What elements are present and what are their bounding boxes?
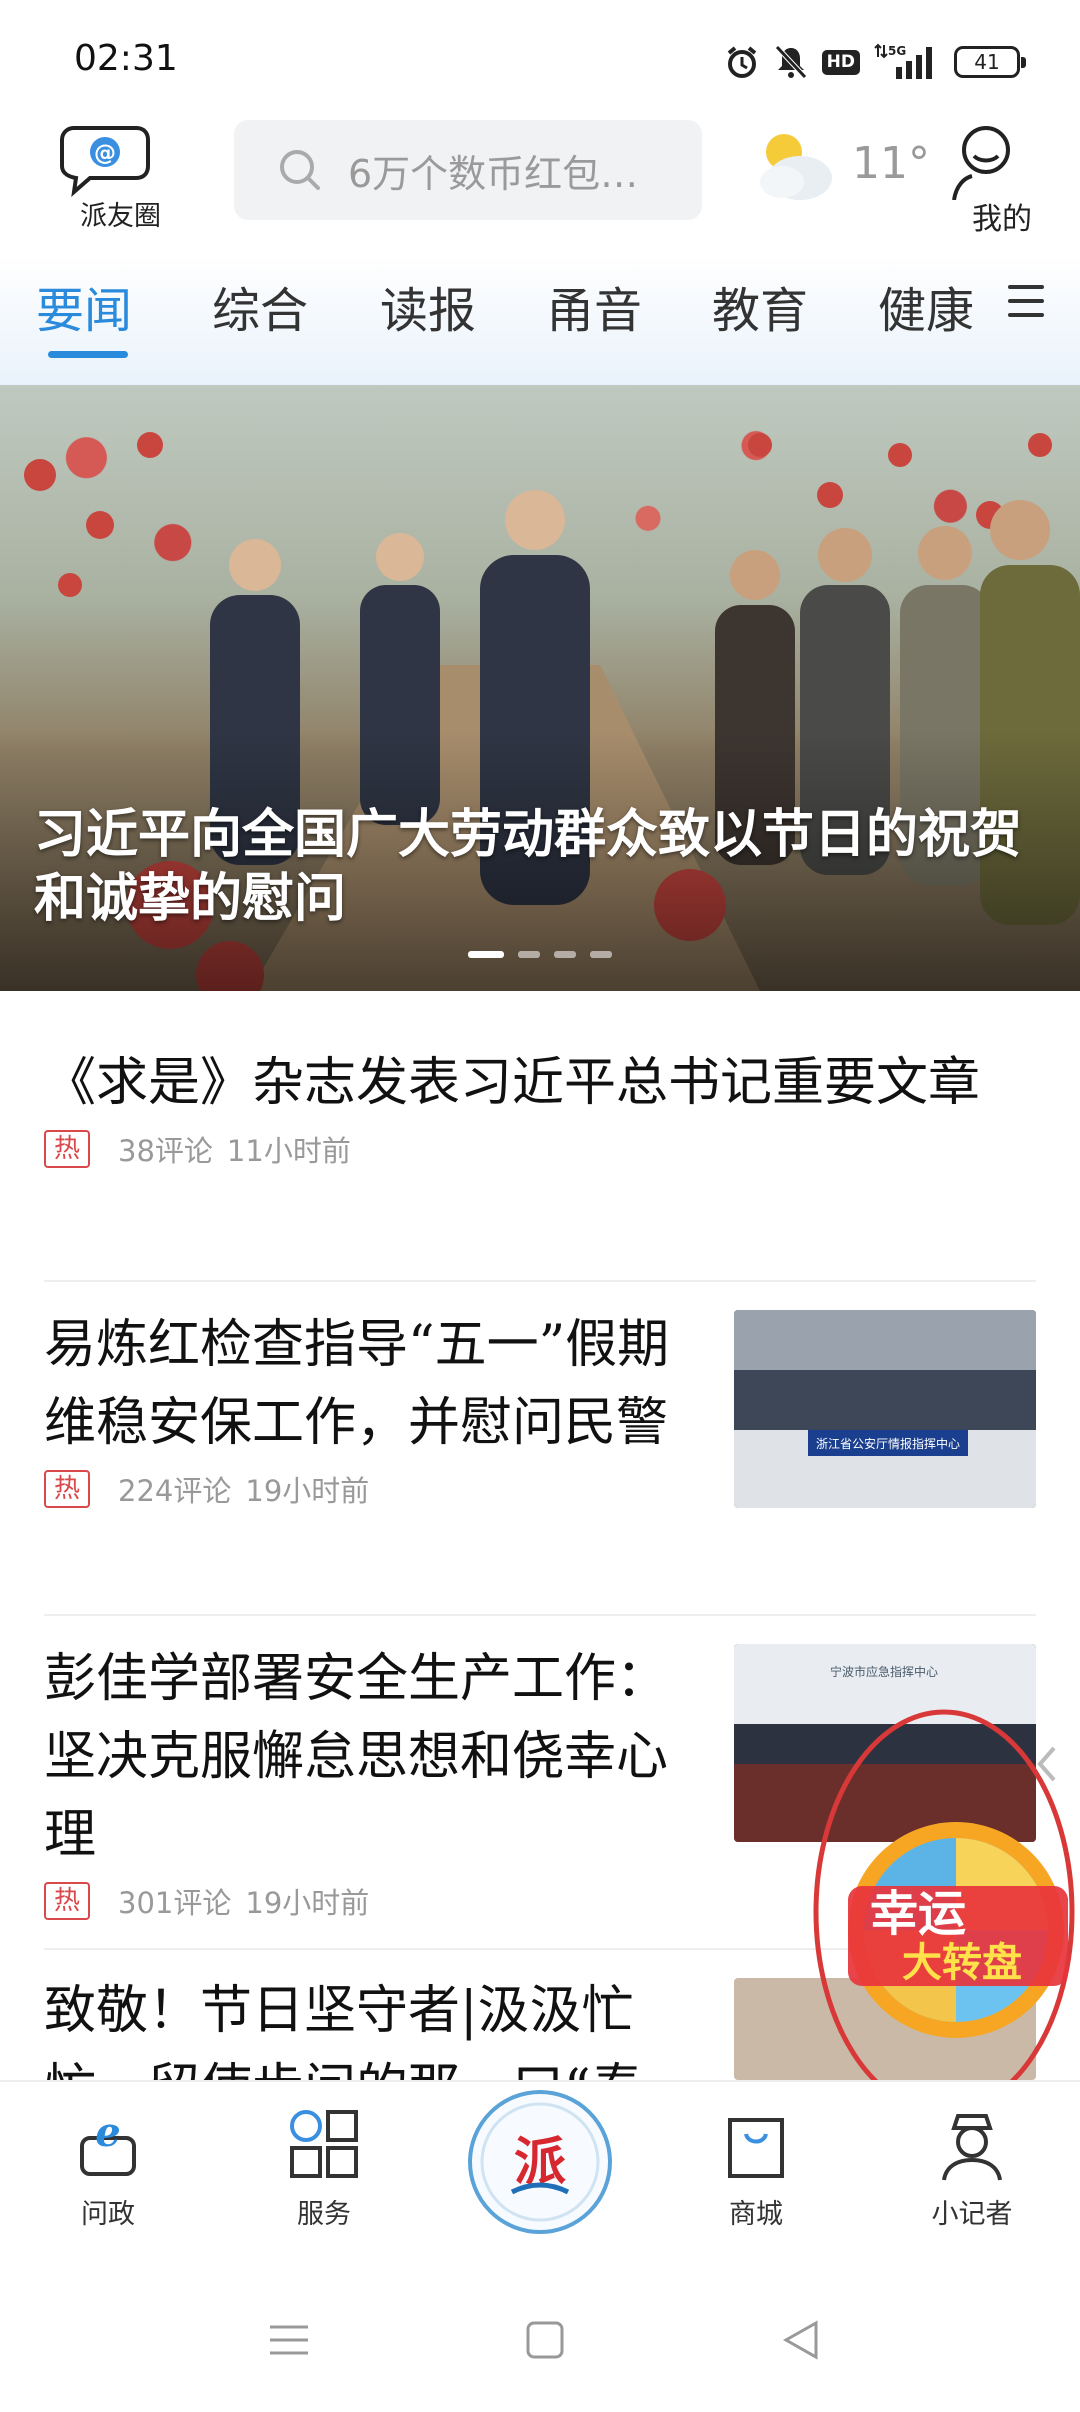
tab-zonghe[interactable]: 综合: [212, 271, 308, 341]
nav-xiaojizhe[interactable]: 小记者: [892, 2104, 1052, 2231]
news-title: 《求是》杂志发表习近平总书记重要文章: [44, 1053, 981, 1113]
search-icon: [280, 150, 320, 190]
publish-time: 19小时前: [245, 1886, 370, 1920]
banner-headline: 习近平向全国广大劳动群众致以节日的祝贺和诚挚的慰问: [34, 804, 1023, 929]
status-time: 02:31: [74, 38, 178, 79]
network-label: 5G: [888, 44, 906, 58]
publish-time: 19小时前: [245, 1474, 370, 1508]
tab-jiaoyu[interactable]: 教育: [712, 271, 808, 341]
hd-badge: HD: [821, 49, 860, 75]
chevron-left-icon[interactable]: [1032, 1744, 1062, 1784]
lucky-wheel-line1: 幸运: [870, 1886, 966, 1942]
pai-home-button[interactable]: 派: [468, 2090, 612, 2234]
active-tab-indicator: [48, 351, 128, 358]
channel-menu-icon[interactable]: [1006, 281, 1046, 321]
news-thumbnail: 浙江省公安厅情报指挥中心: [734, 1310, 1036, 1508]
comment-count: 224评论: [118, 1474, 232, 1508]
news-item[interactable]: 《求是》杂志发表习近平总书记重要文章 热 38评论 11小时前: [44, 1044, 1036, 1170]
nav-shangcheng[interactable]: 商城: [676, 2104, 836, 2231]
paiyouquan-button[interactable]: @ 派友圈: [46, 120, 186, 240]
signal-5g-icon: 5G: [874, 43, 940, 81]
svg-text:e: e: [95, 2109, 120, 2156]
weather-cloud-sun-icon: [760, 134, 832, 200]
wenzheng-icon: e: [80, 2109, 136, 2176]
thumb-caption: 宁波市应急指挥中心: [830, 1664, 938, 1679]
nav-label: 商城: [729, 2199, 783, 2230]
news-title: 易炼红检查指导“五一”假期维稳安保工作，并慰问民警: [44, 1315, 670, 1453]
svg-text:@: @: [94, 141, 116, 166]
home-icon[interactable]: [520, 2315, 570, 2365]
carousel-dots: [468, 951, 612, 958]
pai-logo-icon: 派: [480, 2102, 600, 2222]
services-grid-icon: [290, 2110, 358, 2178]
system-nav-bar: [0, 2265, 1080, 2412]
carousel-dot[interactable]: [468, 951, 504, 958]
lucky-wheel-line2: 大转盘: [902, 1940, 1022, 1986]
thumb-caption: 浙江省公安厅情报指挥中心: [816, 1436, 960, 1451]
status-bar: 02:31 HD 5G 41: [0, 0, 1080, 110]
status-icons: HD 5G 41: [724, 40, 1026, 84]
temperature: 11°: [852, 138, 930, 189]
nav-fuwu[interactable]: 服务: [244, 2104, 404, 2231]
paiyouquan-label: 派友圈: [80, 201, 161, 232]
mine-button[interactable]: 我的: [946, 120, 1056, 240]
back-icon[interactable]: [776, 2315, 826, 2365]
news-meta: 热 38评论 11小时前: [44, 1128, 1036, 1170]
news-title: 致敬！节日坚守者|汲汲忙忙，留使步间的那一口“奉: [44, 1981, 643, 2080]
battery-icon: 41: [954, 46, 1026, 78]
search-placeholder: 6万个数币红包…: [348, 151, 639, 196]
channel-tabs: 要闻 综合 读报 甬音 教育 健康: [0, 255, 1080, 385]
carousel-dot[interactable]: [518, 951, 540, 958]
nav-label: 服务: [297, 2199, 351, 2230]
news-title: 彭佳学部署安全生产工作：坚决克服懈怠思想和侥幸心理: [44, 1649, 669, 1865]
comment-count: 301评论: [118, 1886, 232, 1920]
divider: [44, 1280, 1036, 1282]
battery-level: 41: [974, 50, 1000, 74]
alarm-icon: [724, 44, 760, 80]
nav-wenzheng[interactable]: e 问政: [28, 2104, 188, 2231]
search-input[interactable]: 6万个数币红包…: [234, 120, 702, 220]
chat-bubble-icon: @: [60, 126, 150, 198]
tab-dubao[interactable]: 读报: [380, 271, 476, 341]
bottom-nav: e 问政 服务 派 商城 小记者: [0, 2080, 1080, 2265]
reporter-avatar-icon: [942, 2114, 1002, 2181]
hot-badge: 热: [44, 1130, 91, 1168]
divider: [44, 1614, 1036, 1616]
tab-yaowen[interactable]: 要闻: [36, 271, 132, 341]
comment-count: 38评论: [118, 1134, 213, 1168]
mine-label: 我的: [972, 202, 1032, 237]
nav-label: 小记者: [931, 2199, 1013, 2230]
shopping-bag-icon: [728, 2118, 784, 2178]
carousel-dot[interactable]: [590, 951, 612, 958]
headline-banner[interactable]: 习近平向全国广大劳动群众致以节日的祝贺和诚挚的慰问: [0, 385, 1080, 991]
menu-icon[interactable]: [264, 2315, 314, 2365]
user-profile-icon: [952, 126, 1010, 201]
mute-bell-icon: [774, 44, 808, 80]
hot-badge: 热: [44, 1470, 91, 1508]
tab-yongyin[interactable]: 甬音: [546, 271, 642, 341]
publish-time: 11小时前: [226, 1134, 351, 1168]
carousel-dot[interactable]: [554, 951, 576, 958]
tab-jiankang[interactable]: 健康: [878, 271, 974, 341]
nav-label: 问政: [81, 2199, 135, 2230]
hot-badge: 热: [44, 1882, 91, 1920]
app-header: @ 派友圈 6万个数币红包… 11° 我的: [0, 110, 1080, 255]
